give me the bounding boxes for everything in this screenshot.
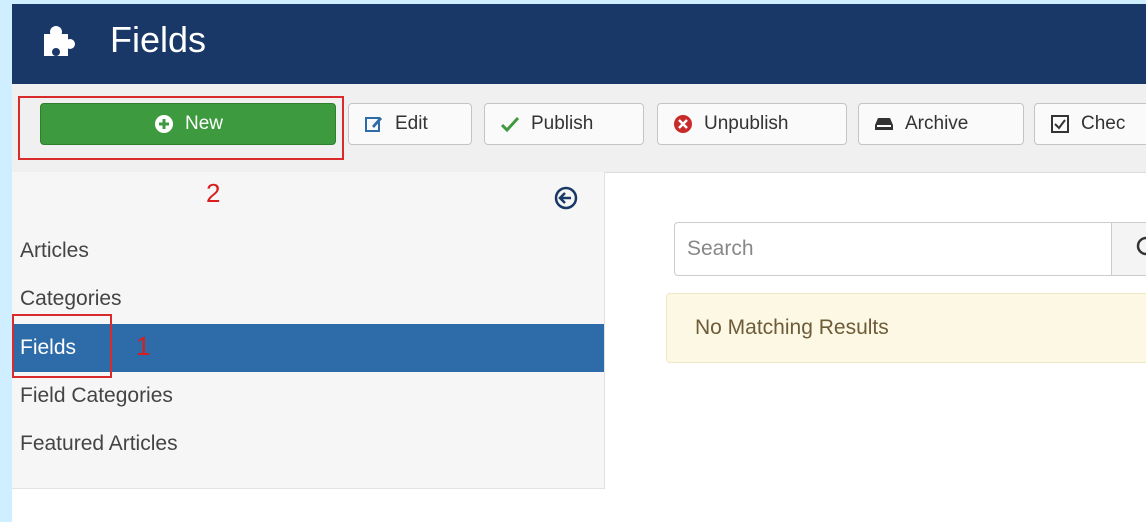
sidebar-item-field-categories[interactable]: Field Categories	[12, 372, 604, 420]
no-results-alert: No Matching Results	[666, 293, 1146, 363]
sidebar-item-featured-articles[interactable]: Featured Articles	[12, 420, 604, 468]
left-edge	[0, 0, 12, 522]
page-header: Fields	[12, 4, 1146, 84]
new-button-label: New	[184, 113, 223, 134]
plus-circle-icon	[153, 113, 175, 135]
annotation-number-2: 2	[206, 178, 221, 208]
page-title: Fields	[110, 19, 207, 60]
publish-button-label: Publish	[531, 113, 594, 134]
arrow-left-circle-icon[interactable]	[554, 186, 578, 210]
sidebar-item-articles[interactable]: Articles	[12, 227, 604, 275]
new-button[interactable]: New	[40, 103, 336, 145]
checkbox-icon	[1049, 113, 1071, 135]
check-in-button[interactable]: Chec	[1034, 103, 1146, 145]
annotation-number-1: 1	[136, 331, 151, 361]
sidebar-item-fields[interactable]: Fields	[12, 324, 604, 372]
toolbar: New Edit Publish Unpublish Archive Chec	[12, 84, 1146, 173]
search-button[interactable]	[1111, 222, 1146, 276]
check-in-button-label: Chec	[1081, 113, 1126, 134]
edit-button[interactable]: Edit	[348, 103, 472, 145]
archive-icon	[873, 113, 895, 135]
sidebar-item-categories[interactable]: Categories	[12, 275, 604, 323]
unpublish-button-label: Unpublish	[704, 113, 789, 134]
edit-button-label: Edit	[395, 113, 428, 134]
unpublish-button[interactable]: Unpublish	[657, 103, 847, 145]
check-icon	[499, 113, 521, 135]
search-input[interactable]	[674, 222, 1112, 276]
times-circle-icon	[672, 113, 694, 135]
search-icon	[1136, 236, 1146, 256]
archive-button-label: Archive	[905, 113, 969, 134]
edit-icon	[363, 113, 385, 135]
puzzle-piece-icon	[44, 26, 75, 56]
publish-button[interactable]: Publish	[484, 103, 644, 145]
archive-button[interactable]: Archive	[858, 103, 1024, 145]
